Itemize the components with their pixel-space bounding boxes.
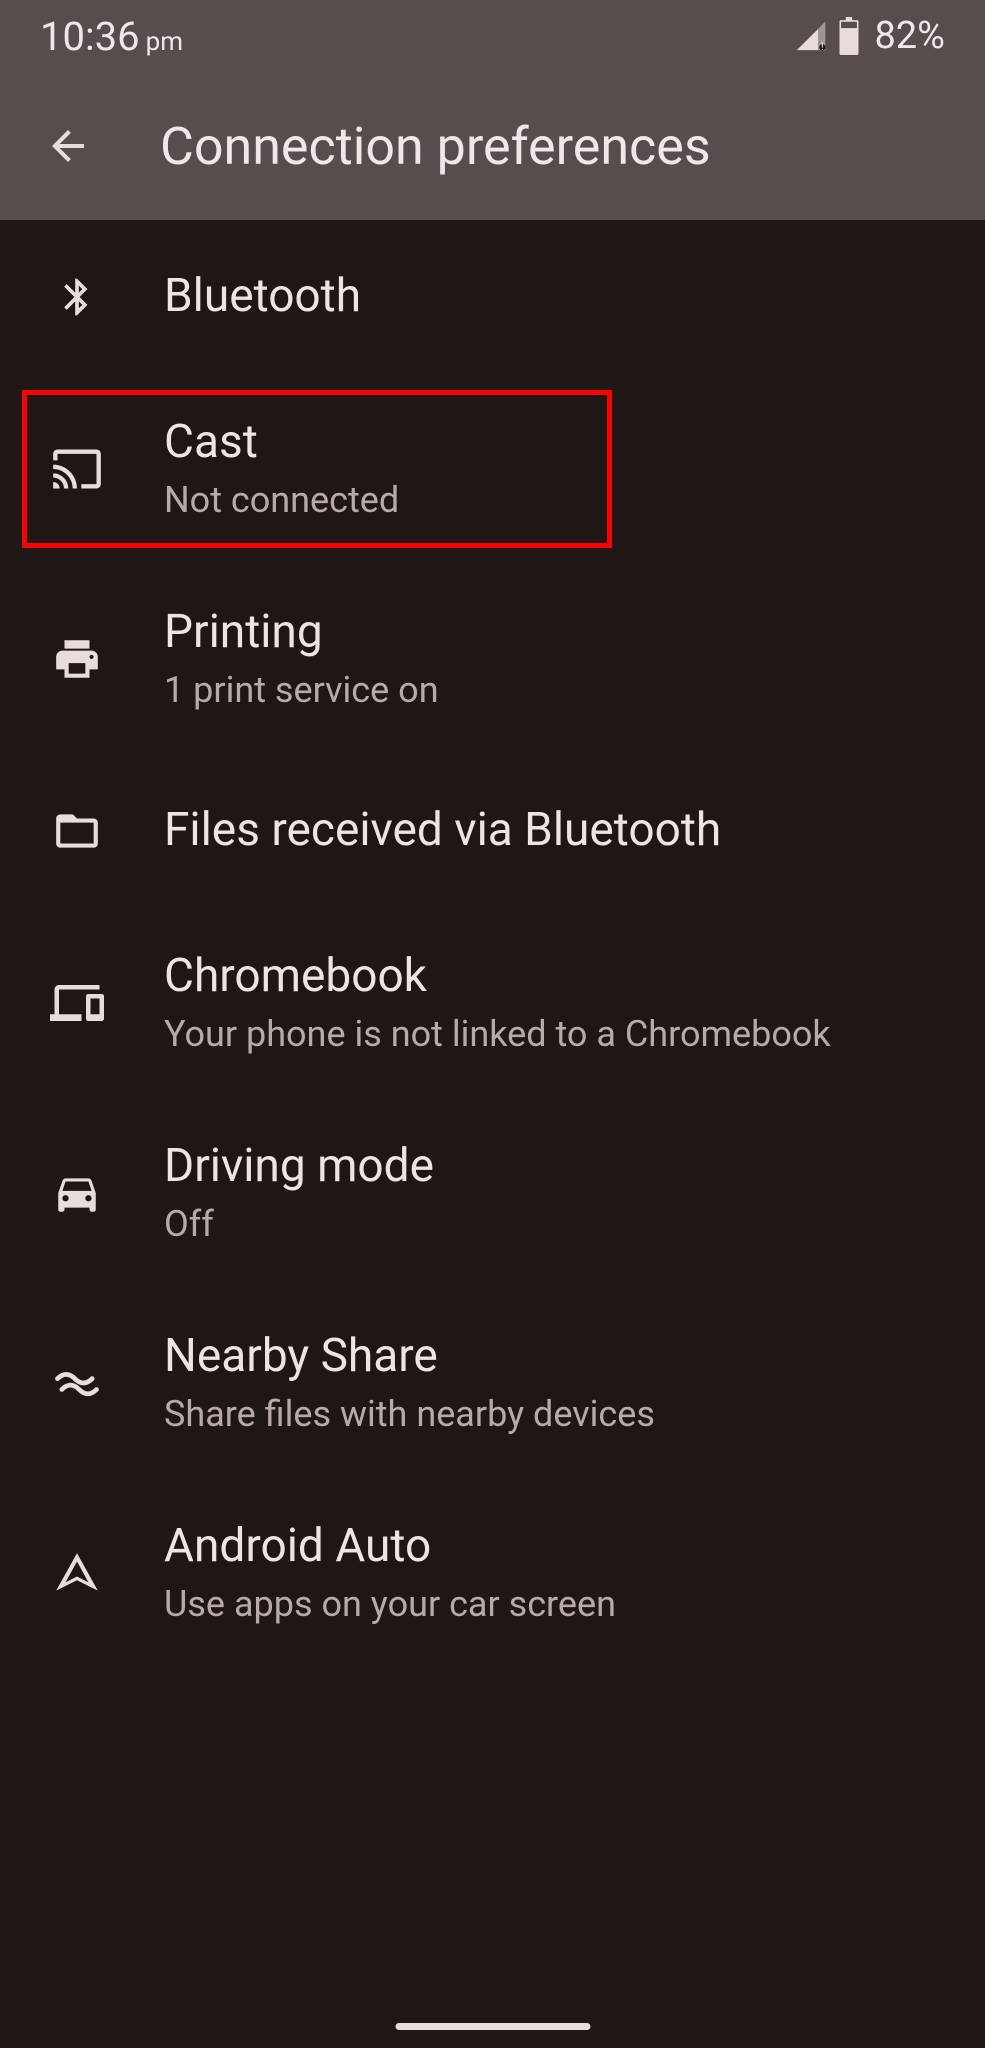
cast-icon: [48, 440, 106, 498]
list-item-text: Nearby Share Share files with nearby dev…: [164, 1328, 655, 1438]
list-item-title: Chromebook: [164, 948, 831, 1006]
list-item-title: Bluetooth: [164, 268, 361, 326]
list-item-title: Nearby Share: [164, 1328, 655, 1386]
status-bar: 10:36 pm ! 82%: [0, 0, 985, 72]
list-item-title: Cast: [164, 414, 399, 472]
list-item-text: Driving mode Off: [164, 1138, 434, 1248]
settings-list: Bluetooth Cast Not connected Printing 1 …: [0, 220, 985, 1669]
devices-icon: [48, 974, 106, 1032]
list-item-android-auto[interactable]: Android Auto Use apps on your car screen: [0, 1478, 985, 1668]
arrow-back-icon: [44, 122, 92, 170]
battery-icon: [838, 17, 860, 55]
battery-percentage: 82%: [874, 14, 945, 58]
list-item-text: Chromebook Your phone is not linked to a…: [164, 948, 831, 1058]
list-item-title: Driving mode: [164, 1138, 434, 1196]
list-item-subtitle: Use apps on your car screen: [164, 1580, 616, 1629]
list-item-subtitle: Off: [164, 1200, 434, 1249]
nearby-share-icon: [48, 1354, 106, 1412]
android-auto-icon: [48, 1545, 106, 1603]
list-item-chromebook[interactable]: Chromebook Your phone is not linked to a…: [0, 908, 985, 1098]
list-item-subtitle: Your phone is not linked to a Chromebook: [164, 1010, 831, 1059]
list-item-subtitle: Not connected: [164, 476, 399, 525]
bluetooth-icon: [48, 268, 106, 326]
list-item-title: Android Auto: [164, 1518, 616, 1576]
status-time: 10:36 pm: [40, 13, 183, 60]
list-item-bluetooth[interactable]: Bluetooth: [0, 220, 985, 374]
car-icon: [48, 1164, 106, 1222]
svg-text:!: !: [821, 39, 824, 53]
back-button[interactable]: [40, 118, 96, 174]
list-item-driving-mode[interactable]: Driving mode Off: [0, 1098, 985, 1288]
list-item-text: Cast Not connected: [164, 414, 399, 524]
page-title: Connection preferences: [160, 116, 711, 177]
list-item-text: Files received via Bluetooth: [164, 802, 721, 860]
list-item-subtitle: Share files with nearby devices: [164, 1390, 655, 1439]
app-bar: Connection preferences: [0, 72, 985, 220]
list-item-title: Files received via Bluetooth: [164, 802, 721, 860]
status-time-value: 10:36: [40, 13, 140, 60]
list-item-subtitle: 1 print service on: [164, 666, 439, 715]
list-item-text: Android Auto Use apps on your car screen: [164, 1518, 616, 1628]
print-icon: [48, 630, 106, 688]
signal-icon: !: [794, 19, 828, 53]
navigation-handle[interactable]: [395, 2023, 590, 2030]
list-item-cast[interactable]: Cast Not connected: [0, 374, 985, 564]
list-item-nearby-share[interactable]: Nearby Share Share files with nearby dev…: [0, 1288, 985, 1478]
list-item-printing[interactable]: Printing 1 print service on: [0, 564, 985, 754]
list-item-text: Printing 1 print service on: [164, 604, 439, 714]
list-item-files-bluetooth[interactable]: Files received via Bluetooth: [0, 754, 985, 908]
list-item-text: Bluetooth: [164, 268, 361, 326]
status-right: ! 82%: [794, 14, 945, 58]
status-time-suffix: pm: [146, 27, 183, 57]
list-item-title: Printing: [164, 604, 439, 662]
folder-icon: [48, 802, 106, 860]
